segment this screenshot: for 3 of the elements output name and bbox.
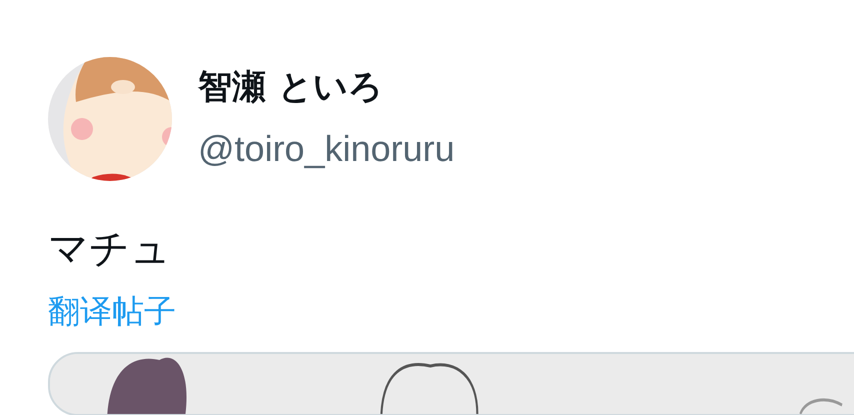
author-handle[interactable]: @toiro_kinoruru (198, 123, 455, 175)
post-text: マチュ (48, 225, 172, 274)
author-name[interactable]: 智瀬 といろ (198, 61, 455, 113)
